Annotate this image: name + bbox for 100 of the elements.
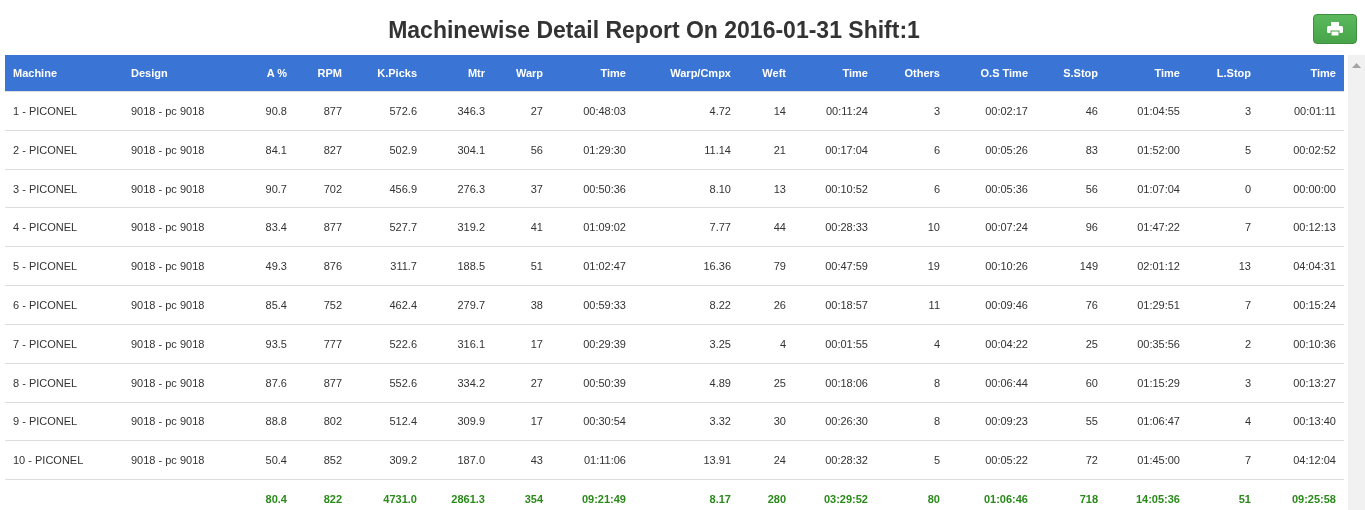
table-cell: 4 <box>739 324 794 364</box>
total-cell: 354 <box>493 479 551 510</box>
table-cell: 00:00:00 <box>1259 169 1344 208</box>
table-cell: 88.8 <box>250 402 295 441</box>
table-cell: 01:52:00 <box>1106 130 1188 170</box>
table-cell: 802 <box>295 402 350 441</box>
table-cell: 24 <box>739 440 794 480</box>
table-cell: 00:01:11 <box>1259 91 1344 131</box>
total-cell: 4731.0 <box>350 479 425 510</box>
total-cell: 2861.3 <box>425 479 493 510</box>
table-cell: 00:35:56 <box>1106 324 1188 364</box>
scrollbar[interactable] <box>1348 55 1365 510</box>
table-cell: 187.0 <box>425 440 493 480</box>
table-cell: 876 <box>295 246 350 286</box>
table-cell: 462.4 <box>350 285 425 325</box>
table-cell: 9018 - pc 9018 <box>123 363 250 402</box>
table-cell: 04:12:04 <box>1259 440 1344 480</box>
table-cell: 00:13:27 <box>1259 363 1344 402</box>
table-cell: 55 <box>1036 402 1106 441</box>
table-cell: 9018 - pc 9018 <box>123 402 250 441</box>
report-title: Machinewise Detail Report On 2016-01-31 Shift:1 <box>387 17 921 44</box>
table-cell: 149 <box>1036 246 1106 286</box>
table-cell: 5 <box>1188 130 1259 170</box>
scroll-up-icon[interactable] <box>1352 63 1361 68</box>
table-cell: 279.7 <box>425 285 493 325</box>
table-cell: 01:47:22 <box>1106 207 1188 247</box>
table-cell: 9018 - pc 9018 <box>123 130 250 170</box>
table-cell: 304.1 <box>425 130 493 170</box>
table-cell: 00:30:54 <box>551 402 634 441</box>
table-cell: 10 <box>876 207 948 247</box>
table-cell: 01:06:47 <box>1106 402 1188 441</box>
table-cell: 00:09:46 <box>948 285 1036 325</box>
table-cell: 21 <box>739 130 794 170</box>
table-cell: 41 <box>493 207 551 247</box>
table-cell: 4 - PICONEL <box>5 207 123 247</box>
table-cell: 19 <box>876 246 948 286</box>
table-cell: 02:01:12 <box>1106 246 1188 286</box>
table-cell: 00:13:40 <box>1259 402 1344 441</box>
table-cell: 00:15:24 <box>1259 285 1344 325</box>
total-cell: 80.4 <box>250 479 295 510</box>
table-cell: 85.4 <box>250 285 295 325</box>
table-cell: 01:07:04 <box>1106 169 1188 208</box>
table-cell: 7 - PICONEL <box>5 324 123 364</box>
table-cell: 00:26:30 <box>794 402 876 441</box>
table-cell: 7.77 <box>634 207 739 247</box>
table-cell: 3 <box>1188 363 1259 402</box>
column-header: S.Stop <box>1036 55 1106 92</box>
table-cell: 56 <box>493 130 551 170</box>
column-header: Design <box>123 55 250 92</box>
table-cell: 527.7 <box>350 207 425 247</box>
table-cell: 4 <box>1188 402 1259 441</box>
table-cell: 00:02:17 <box>948 91 1036 131</box>
table-cell: 334.2 <box>425 363 493 402</box>
print-button[interactable] <box>1313 14 1357 44</box>
column-header: Machine <box>5 55 123 92</box>
table-cell: 6 <box>876 169 948 208</box>
table-cell: 17 <box>493 324 551 364</box>
table-cell: 00:02:52 <box>1259 130 1344 170</box>
table-cell: 852 <box>295 440 350 480</box>
table-cell: 11 <box>876 285 948 325</box>
table-cell: 25 <box>739 363 794 402</box>
table-cell: 84.1 <box>250 130 295 170</box>
table-cell: 316.1 <box>425 324 493 364</box>
table-cell: 00:10:26 <box>948 246 1036 286</box>
table-cell: 00:06:44 <box>948 363 1036 402</box>
column-header: Time <box>551 55 634 92</box>
table-cell: 309.9 <box>425 402 493 441</box>
table-cell: 60 <box>1036 363 1106 402</box>
table-cell: 4 <box>876 324 948 364</box>
table-cell: 1 - PICONEL <box>5 91 123 131</box>
table-cell: 26 <box>739 285 794 325</box>
table-cell: 6 <box>876 130 948 170</box>
table-cell: 276.3 <box>425 169 493 208</box>
total-cell: 718 <box>1036 479 1106 510</box>
table-cell: 00:10:36 <box>1259 324 1344 364</box>
table-cell: 14 <box>739 91 794 131</box>
table-cell: 00:47:59 <box>794 246 876 286</box>
table-cell: 43 <box>493 440 551 480</box>
table-cell: 27 <box>493 91 551 131</box>
table-cell: 3 <box>1188 91 1259 131</box>
table-cell: 7 <box>1188 440 1259 480</box>
printer-icon <box>1327 22 1343 36</box>
table-cell: 76 <box>1036 285 1106 325</box>
column-header: Weft <box>739 55 794 92</box>
table-cell: 51 <box>493 246 551 286</box>
table-cell: 502.9 <box>350 130 425 170</box>
table-cell: 01:04:55 <box>1106 91 1188 131</box>
table-cell: 7 <box>1188 207 1259 247</box>
column-header: Warp <box>493 55 551 92</box>
table-cell: 5 - PICONEL <box>5 246 123 286</box>
table-cell: 9 - PICONEL <box>5 402 123 441</box>
table-cell: 00:11:24 <box>794 91 876 131</box>
table-cell: 877 <box>295 363 350 402</box>
table-cell: 702 <box>295 169 350 208</box>
table-cell: 13.91 <box>634 440 739 480</box>
column-header: K.Picks <box>350 55 425 92</box>
table-cell: 0 <box>1188 169 1259 208</box>
table-cell: 3.25 <box>634 324 739 364</box>
table-cell: 9018 - pc 9018 <box>123 440 250 480</box>
table-cell: 93.5 <box>250 324 295 364</box>
